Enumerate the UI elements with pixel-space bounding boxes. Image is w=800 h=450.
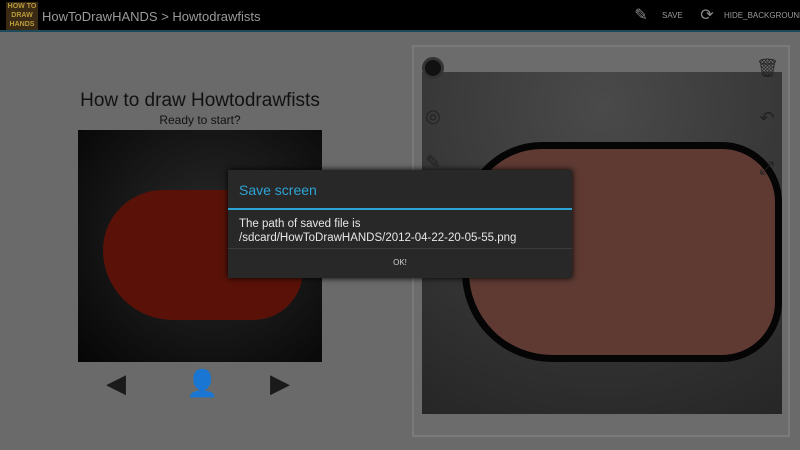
lesson-title: How to draw Howtodrawfists — [80, 90, 320, 111]
breadcrumb[interactable]: HowToDrawHANDS > Howtodrawfists — [42, 9, 261, 24]
dialog-divider — [228, 208, 572, 210]
previous-arrow-icon[interactable]: ◀ — [106, 368, 126, 399]
save-icon[interactable]: ✎ — [632, 7, 650, 25]
app-logo[interactable]: HOW TO DRAW HANDS — [6, 2, 38, 30]
dialog-message-line1: The path of saved file is — [239, 218, 361, 230]
color-picker-icon[interactable]: ◎ — [422, 105, 444, 127]
hide-background-button[interactable]: HIDE_BACKGROUND — [724, 11, 800, 20]
dialog-title: Save screen — [239, 182, 317, 198]
save-dialog: Save screen The path of saved file is /s… — [228, 170, 572, 278]
refresh-icon[interactable]: ⟳ — [698, 7, 716, 25]
trash-icon[interactable]: 🗑 — [756, 57, 779, 79]
expand-icon[interactable]: ⤢ — [756, 157, 778, 179]
person-icon[interactable]: 👤 — [186, 368, 218, 399]
action-bar: HOW TO DRAW HANDS HowToDrawHANDS > Howtodr… — [0, 0, 800, 32]
save-button[interactable]: SAVE — [662, 11, 683, 20]
lesson-subtitle: Ready to start? — [159, 113, 241, 127]
ok-button[interactable]: OK! — [228, 249, 572, 278]
next-arrow-icon[interactable]: ▶ — [270, 368, 290, 399]
dialog-message-path: /sdcard/HowToDrawHANDS/2012-04-22-20-05-… — [239, 232, 517, 244]
brush-size-icon[interactable] — [422, 57, 444, 79]
undo-icon[interactable]: ↶ — [756, 107, 778, 129]
dialog-message: The path of saved file is /sdcard/HowToD… — [239, 217, 516, 245]
